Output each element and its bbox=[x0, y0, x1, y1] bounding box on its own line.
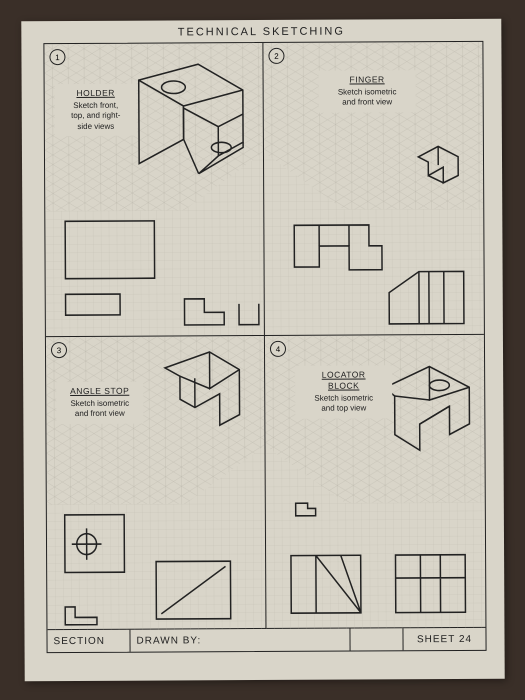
panel-instruction: Sketch isometric and front view bbox=[70, 399, 129, 419]
panel-instruction: Sketch front, top, and right- side views bbox=[71, 101, 120, 131]
panel-label: HOLDER Sketch front, top, and right- sid… bbox=[54, 84, 136, 137]
panel-label: ANGLE STOP Sketch isometric and front vi… bbox=[56, 382, 143, 424]
anglestop-sketches bbox=[45, 336, 265, 630]
panel-label: LOCATOR BLOCK Sketch isometric and top v… bbox=[295, 365, 392, 418]
panel-title: ANGLE STOP bbox=[62, 386, 137, 397]
worksheet-page: TECHNICAL SKETCHING bbox=[21, 19, 504, 682]
panel-number: 4 bbox=[269, 341, 285, 357]
panel-instruction: Sketch isometric and top view bbox=[314, 394, 373, 414]
panel-instruction: Sketch isometric and front view bbox=[337, 87, 396, 107]
panel-label: FINGER Sketch isometric and front view bbox=[318, 70, 415, 112]
panel-4: 4 LOCATOR BLOCK Sketch isometric and top… bbox=[264, 335, 485, 629]
panel-title: HOLDER bbox=[60, 88, 130, 99]
panel-number: 3 bbox=[50, 342, 66, 358]
panel-1: 1 HOLDER Sketch front, top, and right- s… bbox=[44, 43, 265, 337]
panel-number: 2 bbox=[268, 48, 284, 64]
footer-blank bbox=[350, 628, 403, 650]
footer-drawn-by: DRAWN BY: bbox=[130, 629, 350, 652]
main-frame: 1 HOLDER Sketch front, top, and right- s… bbox=[43, 41, 486, 653]
panel-title: LOCATOR BLOCK bbox=[301, 369, 386, 392]
panel-2: 2 FINGER Sketch isometric and front view bbox=[263, 42, 484, 336]
title-block: SECTION DRAWN BY: SHEET 24 bbox=[47, 627, 485, 652]
footer-sheet: SHEET 24 bbox=[403, 628, 485, 650]
panel-number: 1 bbox=[49, 49, 65, 65]
footer-section: SECTION bbox=[47, 630, 130, 652]
panel-grid: 1 HOLDER Sketch front, top, and right- s… bbox=[44, 42, 485, 630]
page-header: TECHNICAL SKETCHING bbox=[21, 19, 501, 42]
panel-title: FINGER bbox=[324, 74, 409, 85]
panel-3: 3 ANGLE STOP Sketch isometric and front … bbox=[45, 336, 266, 630]
